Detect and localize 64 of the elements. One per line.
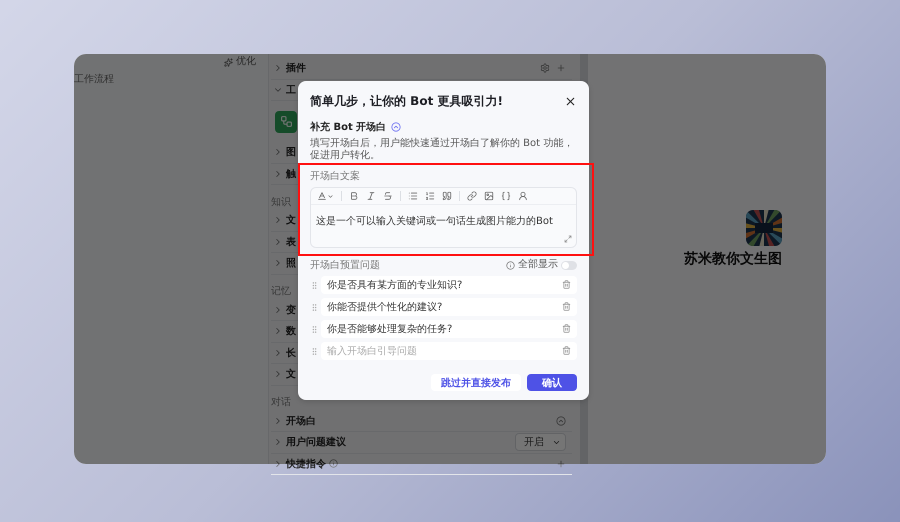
toggle-switch[interactable] xyxy=(561,260,577,270)
section-title: 长 xyxy=(286,346,296,360)
question-field[interactable]: 输入开场白引导问题 xyxy=(321,342,577,360)
dialog-title: 简单几步，让你的 Bot 更具吸引力! xyxy=(310,93,503,110)
quote-icon[interactable] xyxy=(442,191,452,201)
font-size-icon[interactable] xyxy=(317,191,334,201)
section-title: 文 xyxy=(286,214,296,228)
info-icon xyxy=(329,459,338,468)
expand-icon[interactable] xyxy=(564,235,572,243)
question-field[interactable]: 你是否具有某方面的专业知识? xyxy=(321,276,577,294)
numbered-list-icon[interactable] xyxy=(425,191,435,201)
user-icon[interactable] xyxy=(518,191,528,201)
bold-icon[interactable] xyxy=(349,191,359,201)
confirm-button[interactable]: 确认 xyxy=(527,374,577,391)
delete-icon[interactable] xyxy=(562,324,571,333)
section-title: 文 xyxy=(286,368,296,382)
sparkle-icon xyxy=(224,58,233,66)
section-title: 触 xyxy=(286,168,296,181)
delete-icon[interactable] xyxy=(562,346,571,355)
settings-icon[interactable] xyxy=(540,63,550,74)
question-field[interactable]: 你能否提供个性化的建议? xyxy=(321,298,577,316)
drag-handle-icon[interactable] xyxy=(310,302,319,312)
select-field[interactable]: 开启 xyxy=(515,433,566,452)
drag-handle-icon[interactable] xyxy=(310,346,319,356)
image-icon[interactable] xyxy=(484,191,494,201)
plus-icon[interactable] xyxy=(556,458,566,469)
section-title: 变 xyxy=(286,303,296,317)
link-icon[interactable] xyxy=(467,191,477,201)
info-icon xyxy=(506,260,515,270)
section-label: 知识 xyxy=(271,196,291,208)
field-label: 开场白预置问题 xyxy=(310,258,380,272)
skip-button[interactable]: 跳过并直接发布 xyxy=(431,374,521,391)
toggle-label: 全部显示 xyxy=(518,260,558,270)
bullet-list-icon[interactable] xyxy=(408,191,418,201)
bot-name: 苏米教你文生图 xyxy=(684,250,782,268)
section-title: 插件 xyxy=(286,62,306,76)
italic-icon[interactable] xyxy=(366,191,376,201)
drag-handle-icon[interactable] xyxy=(310,324,319,334)
collapse-icon[interactable] xyxy=(556,416,566,426)
close-button[interactable] xyxy=(564,95,577,108)
question-field[interactable]: 你是否能够处理复杂的任务? xyxy=(321,320,577,338)
collapse-icon[interactable] xyxy=(391,122,402,132)
section-title: 工 xyxy=(286,84,296,97)
description: 填写开场白后，用户能快速通过开场白了解你的 Bot 功能，促进用户转化。 xyxy=(310,138,574,162)
delete-icon[interactable] xyxy=(562,302,571,311)
section-title: 表 xyxy=(286,236,296,249)
section-title: 数 xyxy=(286,324,296,338)
section-title: 照 xyxy=(286,256,296,270)
plus-icon[interactable] xyxy=(556,63,566,74)
workflow-label: 工作流程 xyxy=(74,72,115,86)
section-title: 快捷指令 xyxy=(286,458,326,471)
strikethrough-icon[interactable] xyxy=(383,191,393,201)
drag-handle-icon[interactable] xyxy=(310,280,319,290)
section-title: 图 xyxy=(286,146,296,160)
section-label: 记忆 xyxy=(271,284,291,298)
section-title: 用户问题建议 xyxy=(286,435,346,450)
editor-field[interactable]: 这是一个可以输入关键词或一句话生成图片能力的Bot xyxy=(310,187,577,248)
editor-text: 这是一个可以输入关键词或一句话生成图片能力的Bot xyxy=(316,216,553,227)
section-title: 补充 Bot 开场白 xyxy=(310,120,386,134)
section-title: 开场白 xyxy=(286,414,316,428)
braces-icon[interactable] xyxy=(501,191,511,201)
section-label: 对话 xyxy=(271,396,291,409)
delete-icon[interactable] xyxy=(562,280,571,289)
field-label: 开场白文案 xyxy=(310,170,361,183)
